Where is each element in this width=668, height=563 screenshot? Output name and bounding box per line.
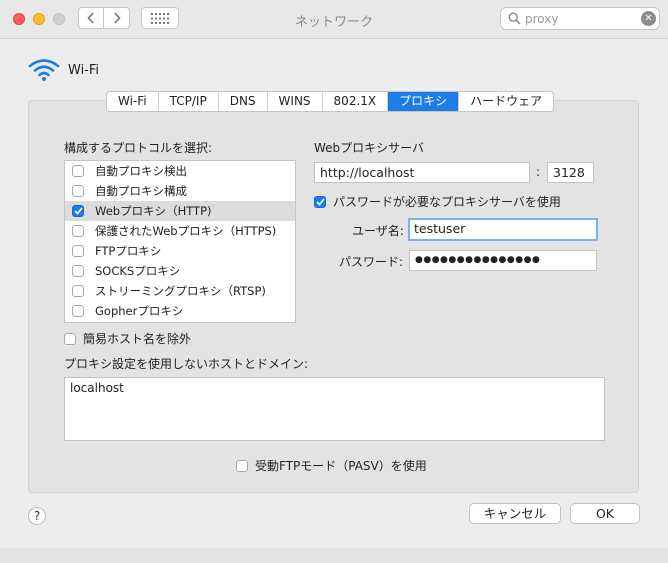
cancel-button[interactable]: キャンセル (469, 503, 561, 524)
protocol-label: FTPプロキシ (95, 244, 162, 258)
protocol-label: ストリーミングプロキシ（RTSP) (95, 284, 266, 298)
protocol-label: Gopherプロキシ (95, 304, 184, 318)
tab-8021x[interactable]: 802.1X (323, 92, 389, 111)
protocol-label: Webプロキシ（HTTP) (95, 204, 212, 218)
protocol-label: SOCKSプロキシ (95, 264, 181, 278)
tab-bar: Wi-Fi TCP/IP DNS WINS 802.1X プロキシ ハードウェア (106, 91, 555, 112)
protocol-checkbox[interactable] (72, 305, 84, 317)
checkmark-icon (73, 207, 83, 215)
checkmark-icon (315, 197, 325, 206)
username-label: ユーザ名: (352, 224, 404, 238)
passive-ftp-checkbox[interactable] (236, 459, 248, 472)
search-field[interactable]: proxy ✕ (500, 7, 660, 30)
exclude-simple-hostnames-label: 簡易ホスト名を除外 (83, 332, 192, 346)
protocol-label: 保護されたWebプロキシ（HTTPS) (95, 224, 277, 238)
exclude-simple-hostnames-checkbox[interactable] (64, 332, 76, 345)
password-required-row[interactable]: パスワードが必要なプロキシサーバを使用 (314, 193, 561, 210)
protocol-checkbox[interactable] (72, 265, 84, 277)
proxy-port-input[interactable]: 3128 (547, 162, 594, 183)
passive-ftp-label: 受動FTPモード（PASV）を使用 (255, 459, 427, 473)
title-bar: ネットワーク proxy ✕ (0, 0, 668, 39)
wifi-icon (28, 59, 60, 81)
protocol-item-auto-config[interactable]: 自動プロキシ構成 (65, 181, 295, 201)
password-input[interactable]: ●●●●●●●●●●●●●●● (409, 250, 597, 271)
proxy-host-input[interactable]: http://localhost (314, 162, 530, 183)
protocol-checkbox[interactable] (72, 205, 84, 217)
protocol-item-web-http[interactable]: Webプロキシ（HTTP) (65, 201, 295, 221)
network-preferences-window: ネットワーク proxy ✕ Wi-Fi Wi-Fi TCP/IP DNS WI… (0, 0, 668, 563)
protocol-item-secure-web-https[interactable]: 保護されたWebプロキシ（HTTPS) (65, 221, 295, 241)
proxy-server-heading: Webプロキシサーバ (314, 141, 425, 155)
protocol-list[interactable]: 自動プロキシ検出 自動プロキシ構成 Webプロキシ（HTTP) 保護されたWeb… (64, 160, 296, 323)
bypass-hosts-textarea[interactable]: localhost (64, 377, 605, 441)
ok-button[interactable]: OK (570, 503, 640, 524)
bypass-heading: プロキシ設定を使用しないホストとドメイン: (64, 357, 309, 371)
username-input[interactable]: testuser (408, 218, 598, 241)
search-value[interactable]: proxy (525, 12, 558, 26)
help-button[interactable]: ? (28, 507, 46, 525)
protocol-item-socks[interactable]: SOCKSプロキシ (65, 261, 295, 281)
protocol-checkbox[interactable] (72, 285, 84, 297)
protocol-checkbox[interactable] (72, 185, 84, 197)
tab-wins[interactable]: WINS (268, 92, 323, 111)
tab-proxies[interactable]: プロキシ (388, 92, 460, 111)
protocol-item-ftp[interactable]: FTPプロキシ (65, 241, 295, 261)
interface-name: Wi-Fi (68, 63, 100, 78)
password-required-checkbox[interactable] (314, 195, 326, 208)
clear-search-button[interactable]: ✕ (641, 11, 656, 26)
password-required-label: パスワードが必要なプロキシサーバを使用 (333, 195, 561, 209)
protocol-label: 自動プロキシ検出 (95, 164, 187, 178)
passive-ftp-row[interactable]: 受動FTPモード（PASV）を使用 (236, 457, 427, 474)
close-icon: ✕ (644, 13, 653, 24)
protocol-checkbox[interactable] (72, 225, 84, 237)
protocol-item-auto-discovery[interactable]: 自動プロキシ検出 (65, 161, 295, 181)
tab-hardware[interactable]: ハードウェア (459, 92, 553, 111)
tab-wifi[interactable]: Wi-Fi (107, 92, 159, 111)
tab-dns[interactable]: DNS (219, 92, 268, 111)
tab-tcpip[interactable]: TCP/IP (159, 92, 219, 111)
exclude-simple-hostnames-row[interactable]: 簡易ホスト名を除外 (64, 330, 191, 347)
protocol-item-streaming-rtsp[interactable]: ストリーミングプロキシ（RTSP) (65, 281, 295, 301)
protocol-checkbox[interactable] (72, 165, 84, 177)
search-icon (508, 12, 521, 25)
protocol-label: 自動プロキシ構成 (95, 184, 187, 198)
window-bottom-edge (0, 548, 668, 563)
port-separator: : (536, 165, 541, 179)
password-label: パスワード: (339, 255, 404, 269)
protocol-list-heading: 構成するプロトコルを選択: (64, 141, 213, 155)
protocol-checkbox[interactable] (72, 245, 84, 257)
protocol-item-gopher[interactable]: Gopherプロキシ (65, 301, 295, 321)
